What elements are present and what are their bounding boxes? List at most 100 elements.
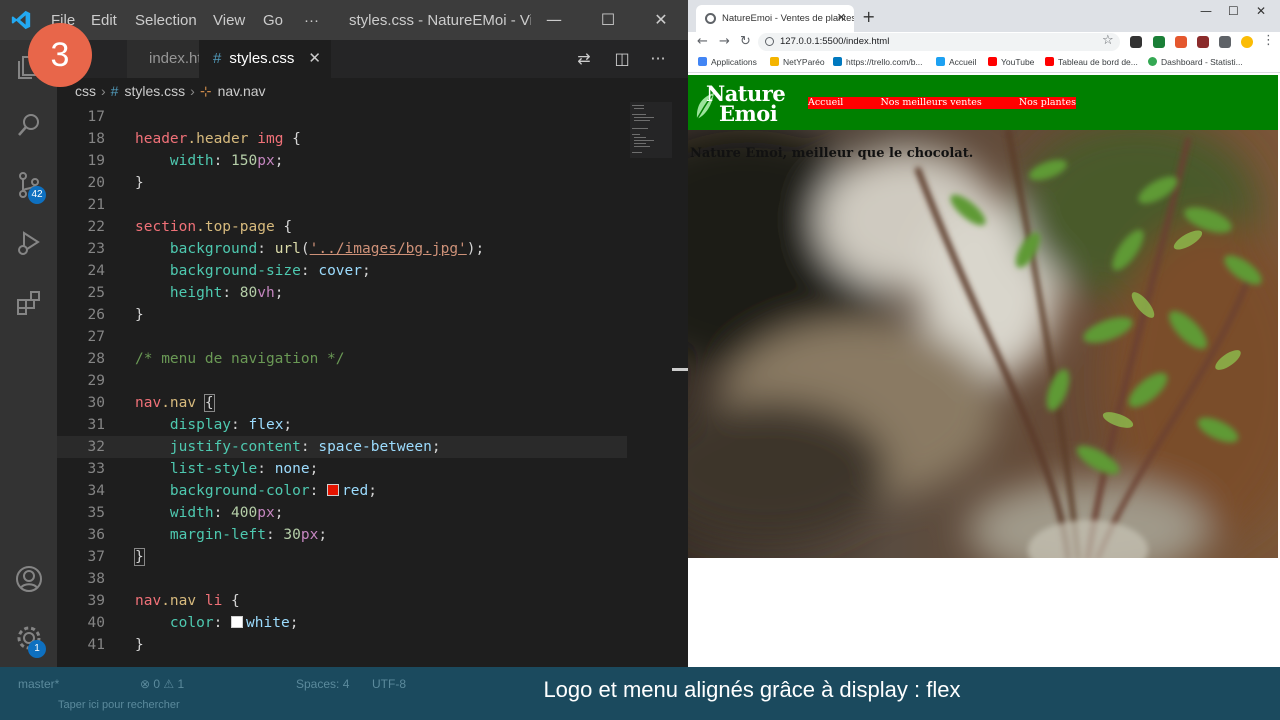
code-token: width (169, 153, 214, 169)
bookmark-tableau[interactable]: Tableau de bord de... (1045, 57, 1138, 67)
code-line[interactable]: 33 list-style: none; (57, 458, 627, 480)
code-line[interactable]: 31 display: flex; (57, 414, 627, 436)
menu-selection[interactable]: Selection (135, 12, 197, 29)
nav-item-plantes[interactable]: Nos plantes (1019, 97, 1076, 109)
code-editor[interactable]: 17 18 header.header img {19 width: 150px; 2… (57, 106, 688, 667)
code-line[interactable]: 39 nav.nav li { (57, 590, 627, 612)
line-number: 27 (87, 329, 105, 345)
source-control-badge: 42 (28, 186, 46, 204)
code-token: : (231, 417, 249, 433)
code-line[interactable]: 26} (57, 304, 627, 326)
forward-icon[interactable]: → (719, 34, 730, 49)
split-editor-icon[interactable]: ◫ (611, 49, 633, 69)
close-tab-icon[interactable]: ✕ (837, 5, 846, 32)
code-line[interactable]: 35 width: 400px; (57, 502, 627, 524)
breadcrumb-symbol[interactable]: nav.nav (218, 83, 266, 99)
line-number: 19 (87, 153, 105, 169)
bookmark-youtube[interactable]: YouTube (988, 57, 1034, 67)
star-icon[interactable]: ☆ (1102, 33, 1114, 48)
code-line[interactable]: 37} (57, 546, 627, 568)
code-token: width (169, 505, 214, 521)
bookmark-netypareo[interactable]: NetYParéo (770, 57, 825, 67)
code-line[interactable]: 19 width: 150px; (57, 150, 627, 172)
menu-view[interactable]: View (213, 12, 245, 29)
line-number: 37 (87, 549, 105, 565)
extension-icon[interactable] (1130, 36, 1142, 48)
minimap[interactable] (630, 102, 672, 158)
puzzle-icon[interactable] (1219, 36, 1231, 48)
nav-item-accueil[interactable]: Accueil (808, 97, 843, 109)
line-number: 18 (87, 131, 105, 147)
site-nav-menu: Accueil Nos meilleurs ventes Nos plantes (808, 97, 1076, 109)
youtube-icon (988, 57, 997, 66)
menu-go[interactable]: Go (263, 12, 283, 29)
code-line[interactable]: 20} (57, 172, 627, 194)
kebab-menu-icon[interactable]: ⋮ (1262, 33, 1275, 48)
code-line[interactable]: 30 nav.nav { (57, 392, 627, 414)
more-actions-icon[interactable]: ··· (647, 49, 669, 69)
code-line[interactable]: 22 section.top-page { (57, 216, 627, 238)
bookmark-trello[interactable]: https://trello.com/b... (833, 57, 923, 67)
code-line[interactable]: 23 background: url('../images/bg.jpg'); (57, 238, 627, 260)
code-token: cover (318, 263, 362, 279)
nav-item-meilleurs-ventes[interactable]: Nos meilleurs ventes (880, 97, 981, 109)
code-line[interactable]: 21 (57, 194, 627, 216)
compare-changes-icon[interactable]: ⇄ (573, 49, 595, 69)
code-line[interactable]: 17 (57, 106, 627, 128)
line-content: } (134, 546, 145, 568)
code-line[interactable]: 25 height: 80vh; (57, 282, 627, 304)
site-logo[interactable]: Nature Emoi (696, 81, 786, 125)
code-line[interactable]: 38 (57, 568, 627, 590)
new-tab-icon[interactable]: + (862, 7, 875, 26)
tab-styles-css[interactable]: # styles.css ✕ (199, 40, 331, 78)
profile-icon[interactable] (1241, 36, 1253, 48)
code-line[interactable]: 18 header.header img { (57, 128, 627, 150)
bookmark-label: Applications (711, 57, 757, 67)
breadcrumb-file[interactable]: styles.css (124, 83, 185, 99)
step-number-badge: 3 (28, 23, 92, 87)
bookmark-dashboard[interactable]: Dashboard - Statisti... (1148, 57, 1243, 67)
extension-icon[interactable] (1175, 36, 1187, 48)
code-line[interactable]: 27 (57, 326, 627, 348)
code-line[interactable]: 24 background-size: cover; (57, 260, 627, 282)
run-debug-icon[interactable] (14, 228, 44, 258)
account-icon[interactable] (14, 564, 44, 594)
scrollbar[interactable] (672, 368, 688, 371)
browser-tab[interactable]: NatureEmoi - Ventes de plantes ✕ (696, 5, 854, 32)
address-bar[interactable]: 127.0.0.1:5500/index.html (758, 33, 1120, 51)
code-line[interactable]: 40 color: white; (57, 612, 627, 634)
code-line[interactable]: 41} (57, 634, 627, 656)
close-window-icon[interactable]: ✕ (1256, 4, 1266, 18)
code-line[interactable]: 32 justify-content: space-between; (57, 436, 627, 458)
maximize-icon[interactable]: ☐ (1228, 4, 1239, 18)
breadcrumb: css › # styles.css › ⊹ nav.nav (57, 80, 688, 102)
back-icon[interactable]: ← (697, 34, 708, 49)
reload-icon[interactable]: ↻ (740, 34, 751, 49)
code-line[interactable]: 28 /* menu de navigation */ (57, 348, 627, 370)
bookmark-apps[interactable]: Applications (698, 57, 757, 67)
search-icon[interactable] (14, 110, 44, 140)
menu-more[interactable]: ··· (304, 12, 319, 29)
extension-icon[interactable] (1197, 36, 1209, 48)
settings-badge: 1 (28, 640, 46, 658)
code-token: vh (257, 285, 275, 301)
code-line[interactable]: 36 margin-left: 30px; (57, 524, 627, 546)
symbol-icon: ⊹ (199, 83, 212, 99)
extensions-icon[interactable] (14, 288, 44, 318)
bookmark-label: Tableau de bord de... (1058, 57, 1138, 67)
maximize-icon[interactable]: ☐ (593, 8, 623, 32)
bookmark-accueil[interactable]: Accueil (936, 57, 976, 67)
code-token: list-style (169, 461, 258, 477)
minimize-icon[interactable]: — (539, 8, 569, 32)
close-tab-icon[interactable]: ✕ (308, 40, 321, 78)
extension-icon[interactable] (1153, 36, 1165, 48)
minimize-icon[interactable]: — (1200, 4, 1212, 18)
menu-edit[interactable]: Edit (91, 12, 117, 29)
close-window-icon[interactable]: ✕ (646, 8, 676, 32)
code-line[interactable]: 34 background-color: red; (57, 480, 627, 502)
code-line[interactable]: 29 (57, 370, 627, 392)
breadcrumb-folder[interactable]: css (75, 83, 96, 99)
